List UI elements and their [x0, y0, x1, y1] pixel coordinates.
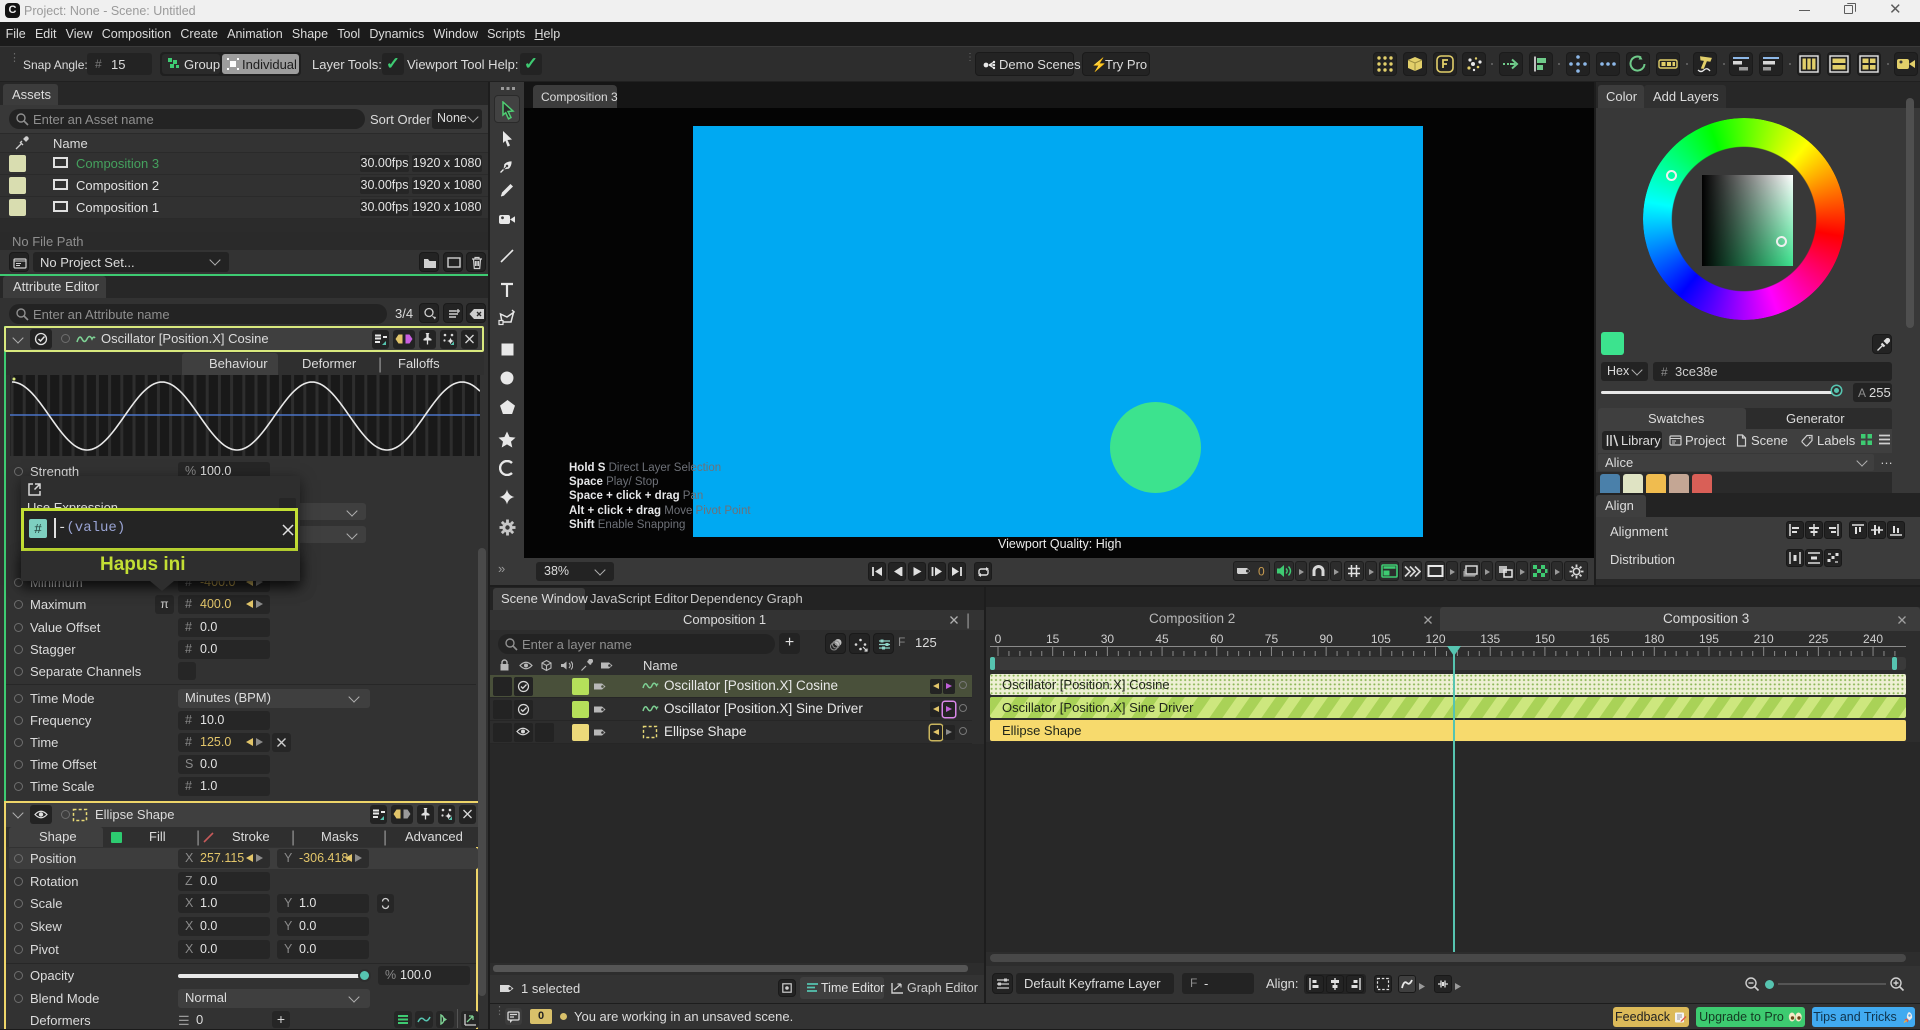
svg-text:0: 0 [995, 632, 1002, 646]
svg-text:45: 45 [1155, 632, 1169, 646]
svg-text:240: 240 [1863, 632, 1883, 646]
svg-text:165: 165 [1590, 632, 1610, 646]
svg-text:0: 0 [1258, 565, 1265, 579]
svg-text:15: 15 [1046, 632, 1060, 646]
svg-text:90: 90 [1319, 632, 1333, 646]
svg-text:105: 105 [1371, 632, 1391, 646]
svg-text:135: 135 [1480, 632, 1500, 646]
svg-text:30: 30 [1101, 632, 1115, 646]
svg-text:120: 120 [1426, 632, 1446, 646]
svg-text:180: 180 [1644, 632, 1664, 646]
svg-text:150: 150 [1535, 632, 1555, 646]
svg-text:225: 225 [1808, 632, 1828, 646]
svg-text:210: 210 [1754, 632, 1774, 646]
svg-text:75: 75 [1265, 632, 1279, 646]
svg-text:195: 195 [1699, 632, 1719, 646]
svg-text:60: 60 [1210, 632, 1224, 646]
